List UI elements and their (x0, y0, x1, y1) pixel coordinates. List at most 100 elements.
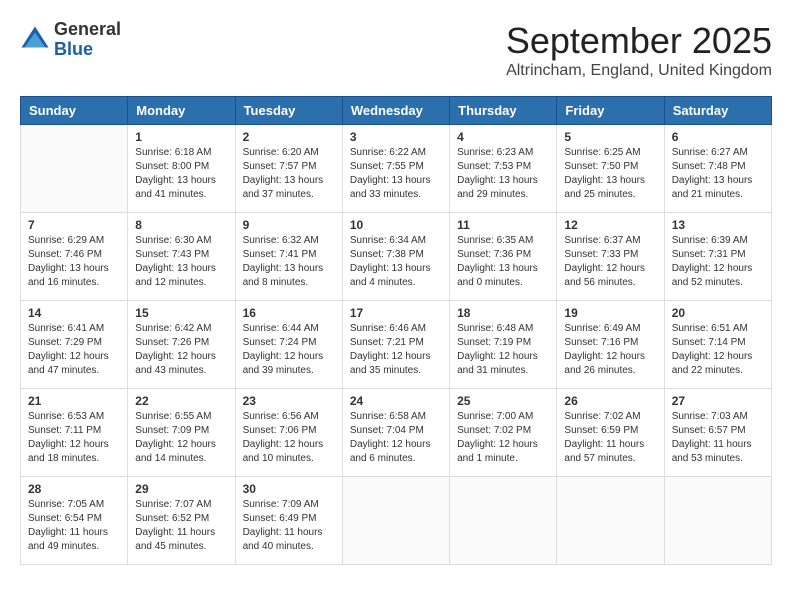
day-info: Sunrise: 7:00 AMSunset: 7:02 PMDaylight:… (457, 410, 549, 466)
calendar-cell: 16Sunrise: 6:44 AMSunset: 7:24 PMDayligh… (235, 301, 342, 389)
day-info: Sunrise: 7:03 AMSunset: 6:57 PMDaylight:… (672, 410, 764, 466)
day-info: Sunrise: 6:39 AMSunset: 7:31 PMDaylight:… (672, 234, 764, 290)
weekday-header-thursday: Thursday (450, 97, 557, 125)
day-number: 19 (564, 306, 656, 320)
calendar-cell (664, 477, 771, 565)
weekday-header-wednesday: Wednesday (342, 97, 449, 125)
day-info: Sunrise: 6:27 AMSunset: 7:48 PMDaylight:… (672, 146, 764, 202)
day-number: 30 (243, 482, 335, 496)
calendar-cell: 13 Sunrise: 6:39 AMSunset: 7:31 PMDayligh… (664, 213, 771, 301)
day-number: 21 (28, 394, 120, 408)
weekday-header-sunday: Sunday (21, 97, 128, 125)
logo-blue: Blue (54, 40, 121, 60)
calendar-cell (342, 477, 449, 565)
calendar-cell: 6 Sunrise: 6:27 AMSunset: 7:48 PMDaylight… (664, 125, 771, 213)
calendar-cell: 4 Sunrise: 6:23 AMSunset: 7:53 PMDaylight… (450, 125, 557, 213)
day-info: Sunrise: 7:09 AMSunset: 6:49 PMDaylight:… (243, 498, 335, 554)
day-info: Sunrise: 6:22 AMSunset: 7:55 PMDaylight:… (350, 146, 442, 202)
day-number: 22 (135, 394, 227, 408)
calendar-cell: 17Sunrise: 6:46 AMSunset: 7:21 PMDayligh… (342, 301, 449, 389)
day-info: Sunrise: 6:35 AMSunset: 7:36 PMDaylight:… (457, 234, 549, 290)
day-number: 23 (243, 394, 335, 408)
calendar-cell: 26 Sunrise: 7:02 AMSunset: 6:59 PMDayligh… (557, 389, 664, 477)
day-number: 4 (457, 130, 549, 144)
calendar-cell: 12Sunrise: 6:37 AMSunset: 7:33 PMDayligh… (557, 213, 664, 301)
day-info: Sunrise: 6:58 AMSunset: 7:04 PMDaylight:… (350, 410, 442, 466)
calendar-cell: 18 Sunrise: 6:48 AMSunset: 7:19 PMDayligh… (450, 301, 557, 389)
day-number: 25 (457, 394, 549, 408)
day-info: Sunrise: 7:05 AMSunset: 6:54 PMDaylight:… (28, 498, 120, 554)
calendar-cell: 10 Sunrise: 6:34 AMSunset: 7:38 PMDayligh… (342, 213, 449, 301)
day-number: 8 (135, 218, 227, 232)
day-info: Sunrise: 6:41 AMSunset: 7:29 PMDaylight:… (28, 322, 120, 378)
weekday-header-friday: Friday (557, 97, 664, 125)
calendar-cell: 1 Sunrise: 6:18 AMSunset: 8:00 PMDaylight… (128, 125, 235, 213)
day-info: Sunrise: 6:20 AMSunset: 7:57 PMDaylight:… (243, 146, 335, 202)
day-number: 5 (564, 130, 656, 144)
title-section: September 2025 Altrincham, England, Unit… (506, 20, 772, 80)
calendar-cell: 30 Sunrise: 7:09 AMSunset: 6:49 PMDayligh… (235, 477, 342, 565)
day-info: Sunrise: 6:55 AMSunset: 7:09 PMDaylight:… (135, 410, 227, 466)
day-info: Sunrise: 6:56 AMSunset: 7:06 PMDaylight:… (243, 410, 335, 466)
calendar-cell (557, 477, 664, 565)
day-number: 17 (350, 306, 442, 320)
day-info: Sunrise: 6:23 AMSunset: 7:53 PMDaylight:… (457, 146, 549, 202)
day-info: Sunrise: 6:29 AMSunset: 7:46 PMDaylight:… (28, 234, 120, 290)
day-info: Sunrise: 6:44 AMSunset: 7:24 PMDaylight:… (243, 322, 335, 378)
week-row-3: 14 Sunrise: 6:41 AMSunset: 7:29 PMDayligh… (21, 301, 772, 389)
calendar-cell: 27 Sunrise: 7:03 AMSunset: 6:57 PMDayligh… (664, 389, 771, 477)
weekday-header-row: SundayMondayTuesdayWednesdayThursdayFrid… (21, 97, 772, 125)
calendar-cell: 22 Sunrise: 6:55 AMSunset: 7:09 PMDayligh… (128, 389, 235, 477)
logo-general: General (54, 20, 121, 40)
day-info: Sunrise: 6:25 AMSunset: 7:50 PMDaylight:… (564, 146, 656, 202)
calendar: SundayMondayTuesdayWednesdayThursdayFrid… (20, 96, 772, 565)
day-number: 2 (243, 130, 335, 144)
logo-text: General Blue (54, 20, 121, 60)
calendar-cell: 24Sunrise: 6:58 AMSunset: 7:04 PMDayligh… (342, 389, 449, 477)
calendar-cell: 15Sunrise: 6:42 AMSunset: 7:26 PMDayligh… (128, 301, 235, 389)
calendar-cell: 5 Sunrise: 6:25 AMSunset: 7:50 PMDaylight… (557, 125, 664, 213)
day-number: 1 (135, 130, 227, 144)
day-number: 15 (135, 306, 227, 320)
calendar-cell: 7Sunrise: 6:29 AMSunset: 7:46 PMDaylight… (21, 213, 128, 301)
calendar-cell: 20 Sunrise: 6:51 AMSunset: 7:14 PMDayligh… (664, 301, 771, 389)
calendar-cell: 25 Sunrise: 7:00 AMSunset: 7:02 PMDayligh… (450, 389, 557, 477)
calendar-cell: 14 Sunrise: 6:41 AMSunset: 7:29 PMDayligh… (21, 301, 128, 389)
calendar-cell: 11 Sunrise: 6:35 AMSunset: 7:36 PMDayligh… (450, 213, 557, 301)
day-number: 18 (457, 306, 549, 320)
calendar-cell: 2 Sunrise: 6:20 AMSunset: 7:57 PMDaylight… (235, 125, 342, 213)
day-info: Sunrise: 6:30 AMSunset: 7:43 PMDaylight:… (135, 234, 227, 290)
calendar-cell: 19 Sunrise: 6:49 AMSunset: 7:16 PMDayligh… (557, 301, 664, 389)
logo: General Blue (20, 20, 121, 60)
calendar-cell: 3 Sunrise: 6:22 AMSunset: 7:55 PMDaylight… (342, 125, 449, 213)
day-number: 10 (350, 218, 442, 232)
day-info: Sunrise: 6:18 AMSunset: 8:00 PMDaylight:… (135, 146, 227, 202)
location: Altrincham, England, United Kingdom (506, 62, 772, 80)
calendar-cell: 29Sunrise: 7:07 AMSunset: 6:52 PMDayligh… (128, 477, 235, 565)
day-number: 14 (28, 306, 120, 320)
day-info: Sunrise: 6:51 AMSunset: 7:14 PMDaylight:… (672, 322, 764, 378)
day-info: Sunrise: 6:37 AMSunset: 7:33 PMDaylight:… (564, 234, 656, 290)
calendar-cell (450, 477, 557, 565)
day-info: Sunrise: 6:48 AMSunset: 7:19 PMDaylight:… (457, 322, 549, 378)
week-row-2: 7Sunrise: 6:29 AMSunset: 7:46 PMDaylight… (21, 213, 772, 301)
day-number: 6 (672, 130, 764, 144)
logo-icon (20, 25, 50, 55)
day-info: Sunrise: 7:02 AMSunset: 6:59 PMDaylight:… (564, 410, 656, 466)
calendar-cell: 28 Sunrise: 7:05 AMSunset: 6:54 PMDayligh… (21, 477, 128, 565)
weekday-header-saturday: Saturday (664, 97, 771, 125)
calendar-cell: 21Sunrise: 6:53 AMSunset: 7:11 PMDayligh… (21, 389, 128, 477)
day-number: 13 (672, 218, 764, 232)
day-number: 9 (243, 218, 335, 232)
week-row-1: 1 Sunrise: 6:18 AMSunset: 8:00 PMDaylight… (21, 125, 772, 213)
day-number: 11 (457, 218, 549, 232)
day-info: Sunrise: 6:49 AMSunset: 7:16 PMDaylight:… (564, 322, 656, 378)
weekday-header-tuesday: Tuesday (235, 97, 342, 125)
day-number: 20 (672, 306, 764, 320)
month-title: September 2025 (506, 20, 772, 62)
day-number: 28 (28, 482, 120, 496)
day-number: 27 (672, 394, 764, 408)
day-number: 26 (564, 394, 656, 408)
day-info: Sunrise: 6:34 AMSunset: 7:38 PMDaylight:… (350, 234, 442, 290)
day-number: 3 (350, 130, 442, 144)
